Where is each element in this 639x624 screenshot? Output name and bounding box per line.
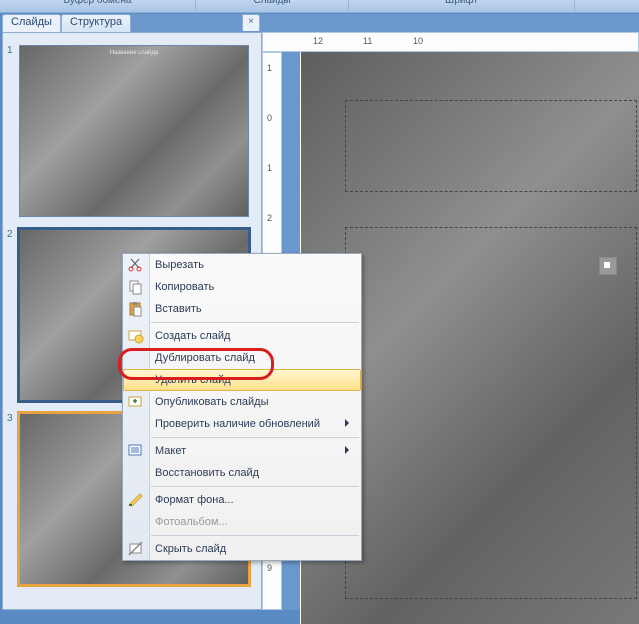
paste-icon (127, 300, 145, 318)
menu-paste[interactable]: Вставить (123, 298, 361, 320)
menu-new-slide[interactable]: Создать слайд (123, 325, 361, 347)
menu-delete-slide[interactable]: Удалить слайд (123, 369, 361, 391)
cut-icon (127, 256, 145, 274)
menu-cut[interactable]: Вырезать (123, 254, 361, 276)
tab-slides[interactable]: Слайды (2, 14, 61, 32)
new-slide-icon (127, 327, 145, 345)
ribbon-group-labels: Буфер обмена Слайды Шрифт (0, 0, 639, 13)
menu-layout[interactable]: Макет (123, 440, 361, 462)
panel-tabs: Слайды Структура × (2, 14, 260, 32)
slide-thumbnail-1[interactable]: Название слайда (19, 45, 249, 217)
menu-photo-album: Фотоальбом... (123, 511, 361, 533)
submenu-arrow-icon (345, 446, 353, 454)
menu-duplicate-slide[interactable]: Дублировать слайд (123, 347, 361, 369)
publish-icon (127, 393, 145, 411)
resize-handle-icon[interactable] (599, 257, 617, 275)
format-bg-icon (127, 491, 145, 509)
ribbon-group-font: Шрифт (349, 0, 574, 6)
menu-reset-slide[interactable]: Восстановить слайд (123, 462, 361, 484)
ribbon-group-clipboard: Буфер обмена (0, 0, 195, 6)
content-placeholder[interactable] (345, 227, 637, 599)
ribbon-group-slides: Слайды (196, 0, 348, 6)
workspace: Слайды Структура × 1 Название слайда 2 3… (2, 14, 639, 610)
copy-icon (127, 278, 145, 296)
menu-check-updates[interactable]: Проверить наличие обновлений (123, 413, 361, 435)
layout-icon (127, 442, 145, 460)
menu-format-background[interactable]: Формат фона... (123, 489, 361, 511)
menu-publish-slides[interactable]: Опубликовать слайды (123, 391, 361, 413)
context-menu: Вырезать Копировать Вставить Создать сла… (122, 253, 362, 561)
menu-copy[interactable]: Копировать (123, 276, 361, 298)
tab-structure[interactable]: Структура (61, 14, 131, 32)
thumb-number: 1 (7, 45, 19, 56)
title-placeholder[interactable] (345, 100, 637, 192)
submenu-arrow-icon (345, 419, 353, 427)
hide-slide-icon (127, 540, 145, 558)
thumb-title: Название слайда (20, 50, 248, 56)
menu-hide-slide[interactable]: Скрыть слайд (123, 538, 361, 560)
horizontal-ruler: 12 11 10 (262, 32, 639, 52)
panel-close-button[interactable]: × (242, 14, 260, 31)
